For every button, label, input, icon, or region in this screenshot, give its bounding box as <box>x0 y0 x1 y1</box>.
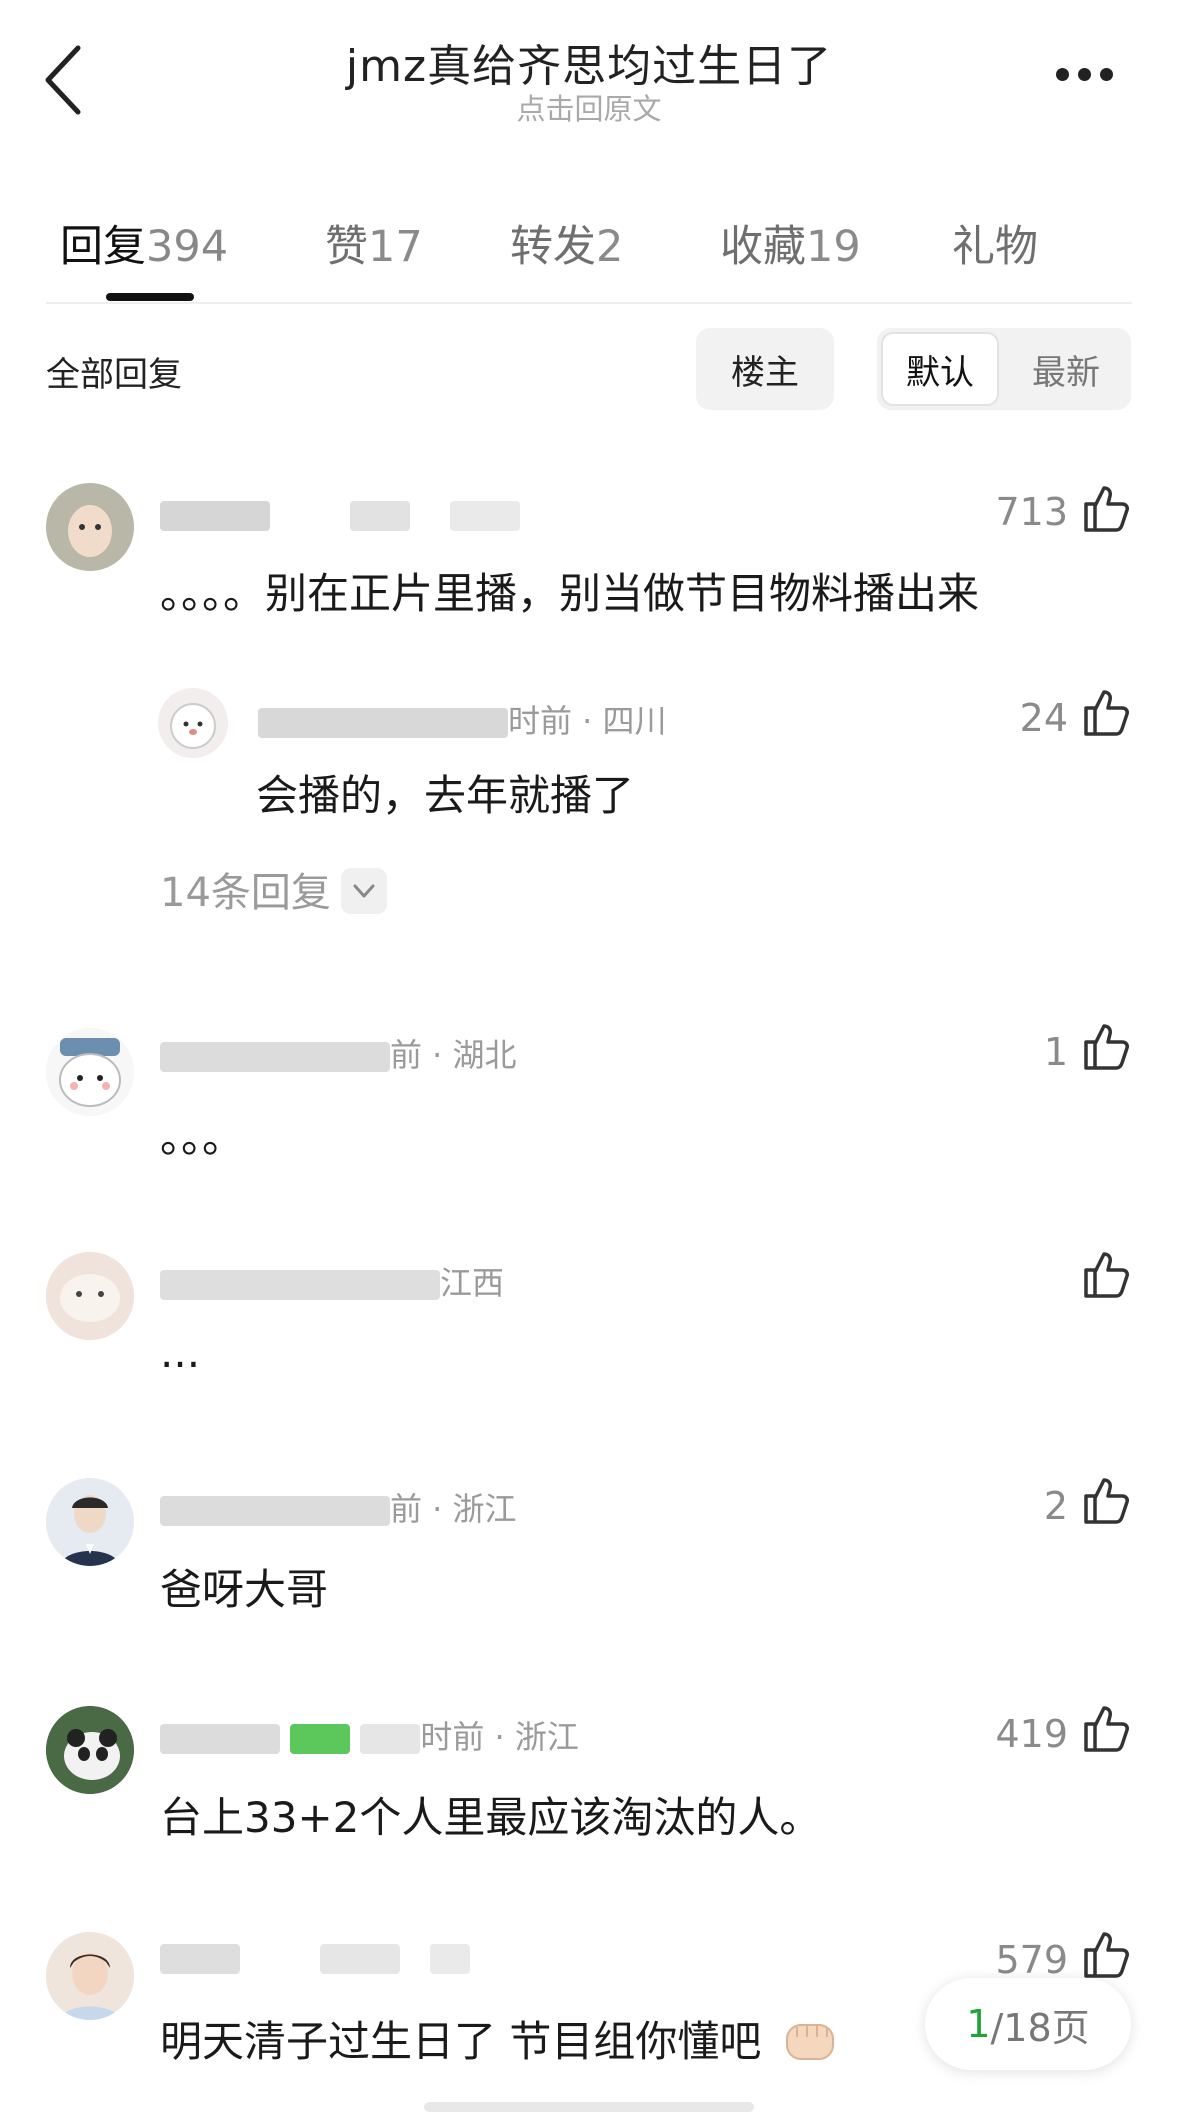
tab-reposts[interactable]: 转发2 <box>510 212 623 274</box>
tab-gifts[interactable]: 礼物 <box>952 212 1038 274</box>
comment-location: 江西 <box>440 1264 505 1302</box>
comment-meta <box>160 1938 471 1976</box>
like-count: 24 <box>1019 696 1068 740</box>
comment-text: 台上33+2个人里最应该淘汰的人。 <box>160 1793 822 1842</box>
thumbs-up-icon[interactable] <box>1080 1928 1132 1980</box>
tab-count: 394 <box>146 222 229 272</box>
like-count: 419 <box>995 1712 1068 1756</box>
avatar[interactable] <box>46 1478 134 1566</box>
tab-count: 2 <box>596 222 624 272</box>
tab-favorites[interactable]: 收藏19 <box>720 212 861 274</box>
avatar[interactable] <box>46 1932 134 2020</box>
expand-replies-label: 14条回复 <box>160 870 331 916</box>
comment-text: ... <box>160 1328 201 1377</box>
total-pages: /18页 <box>990 2005 1090 2050</box>
fist-emoji-icon <box>783 2015 837 2075</box>
like-count: 2 <box>1043 1484 1068 1528</box>
like-count: 579 <box>995 1938 1068 1982</box>
tab-label: 回复 <box>60 222 146 272</box>
tab-label: 收藏 <box>720 222 806 272</box>
thumbs-up-icon[interactable] <box>1080 1020 1132 1072</box>
all-replies-label: 全部回复 <box>46 355 182 395</box>
page-title: jmz真给齐思均过生日了 <box>345 41 833 92</box>
like-count: 713 <box>995 490 1068 534</box>
comment-time-location: 前 · 湖北 <box>390 1036 517 1074</box>
avatar[interactable] <box>158 688 228 758</box>
thumbs-up-icon[interactable] <box>1080 1474 1132 1526</box>
sort-default-button[interactable]: 默认 <box>881 332 999 406</box>
comment-text: 爸呀大哥 <box>160 1565 329 1614</box>
tab-count: 17 <box>368 222 423 272</box>
tab-label: 礼物 <box>952 222 1038 272</box>
comment-meta: 江西 <box>160 1258 504 1304</box>
comment-text-body: 明天清子过生日了 节目组你懂吧 <box>160 2017 762 2066</box>
tab-likes[interactable]: 赞17 <box>325 212 423 274</box>
like-count: 1 <box>1043 1030 1068 1074</box>
comment-meta <box>160 495 521 533</box>
tab-active-indicator <box>106 293 194 301</box>
avatar[interactable] <box>46 483 134 571</box>
thumbs-up-icon[interactable] <box>1080 686 1132 738</box>
avatar[interactable] <box>46 1028 134 1116</box>
tab-replies[interactable]: 回复394 <box>60 212 228 274</box>
back-to-original-link[interactable]: 点击回原文 <box>0 86 1178 128</box>
comment-time-location: 前 · 浙江 <box>390 1490 517 1528</box>
current-page: 1 <box>966 2002 991 2046</box>
sort-latest-button[interactable]: 最新 <box>1005 332 1127 406</box>
reply-meta: 时前 · 四川 <box>258 696 667 742</box>
avatar[interactable] <box>46 1252 134 1340</box>
comment-meta: 前 · 湖北 <box>160 1030 517 1076</box>
reply-text: 会播的，去年就播了 <box>256 771 635 820</box>
comment-text: 明天清子过生日了 节目组你懂吧 <box>160 2008 837 2075</box>
thumbs-up-icon[interactable] <box>1080 482 1132 534</box>
divider <box>46 302 1132 304</box>
tab-count: 19 <box>806 222 861 272</box>
more-icon[interactable] <box>1050 60 1120 90</box>
thumbs-up-icon[interactable] <box>1080 1248 1132 1300</box>
comment-time-location: 时前 · 浙江 <box>420 1718 579 1756</box>
comment-meta: 时前 · 浙江 <box>160 1712 579 1758</box>
tab-label: 赞 <box>325 222 368 272</box>
chevron-down-icon <box>340 868 387 914</box>
avatar[interactable] <box>46 1706 134 1794</box>
comment-text: 。。。 <box>160 1113 245 1162</box>
comment-meta: 前 · 浙江 <box>160 1484 517 1530</box>
thumbs-up-icon[interactable] <box>1080 1702 1132 1754</box>
tab-label: 转发 <box>510 222 596 272</box>
reply-time-location: 时前 · 四川 <box>508 702 667 740</box>
home-indicator <box>424 2102 754 2112</box>
page-indicator[interactable]: 1/18页 <box>925 1978 1131 2070</box>
owner-filter-button[interactable]: 楼主 <box>696 328 834 410</box>
expand-replies-button[interactable]: 14条回复 <box>160 860 387 918</box>
comment-text: 。。。。别在正片里播，别当做节目物料播出来 <box>160 569 980 618</box>
